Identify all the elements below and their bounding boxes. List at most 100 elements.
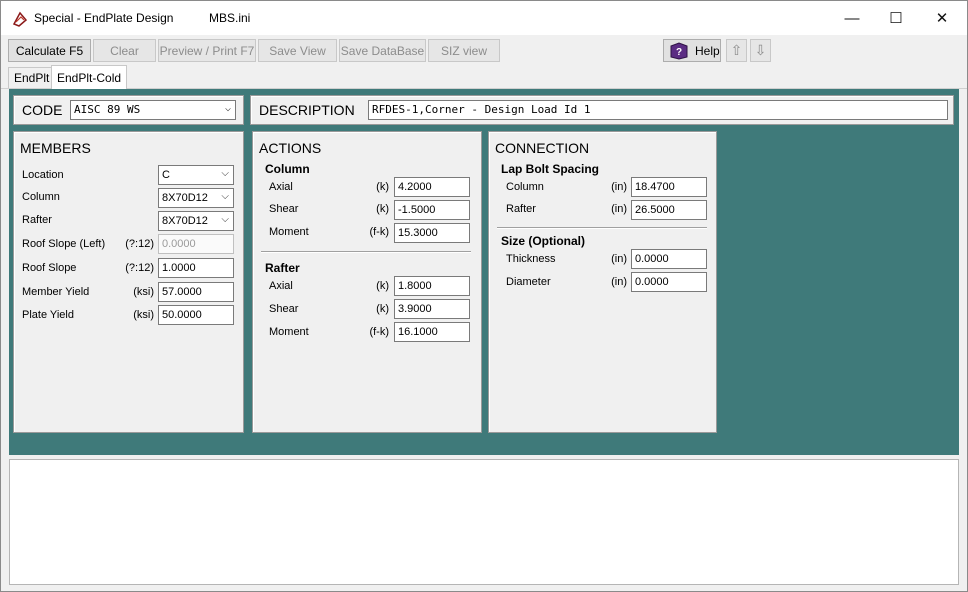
rafter-moment-input[interactable]: 16.1000 — [394, 322, 470, 342]
diameter-label: Diameter — [506, 276, 551, 288]
rafter-moment-unit: (f-k) — [369, 326, 389, 338]
chevron-down-icon: ⌵ — [221, 214, 229, 225]
column-moment-input[interactable]: 15.3000 — [394, 223, 470, 243]
rafter-select[interactable]: 8X70D12 ⌵ — [158, 211, 234, 231]
code-select-value: AISC 89 WS — [74, 103, 141, 116]
minimize-button[interactable]: — — [829, 1, 875, 35]
location-label: Location — [22, 169, 64, 181]
app-window: Special - EndPlate Design MBS.ini — ☐ ✕ … — [0, 0, 968, 592]
roof-slope-left-unit: (?:12) — [125, 238, 154, 250]
chevron-down-icon: ⌵ — [221, 191, 229, 202]
location-value: C — [162, 169, 170, 181]
column-shear-input[interactable]: -1.5000 — [394, 200, 470, 220]
column-shear-unit: (k) — [376, 203, 389, 215]
lap-rafter-input[interactable]: 26.5000 — [631, 200, 707, 220]
plate-yield-unit: (ksi) — [133, 309, 154, 321]
members-title: MEMBERS — [20, 140, 91, 156]
minimize-icon: — — [844, 9, 860, 27]
member-yield-unit: (ksi) — [133, 286, 154, 298]
location-select[interactable]: C ⌵ — [158, 165, 234, 185]
column-moment-unit: (f-k) — [369, 226, 389, 238]
actions-rafter-header: Rafter — [265, 261, 300, 275]
lap-column-unit: (in) — [611, 181, 627, 193]
column-moment-label: Moment — [269, 226, 309, 238]
siz-view-button[interactable]: SIZ view — [428, 39, 500, 62]
maximize-icon: ☐ — [889, 10, 903, 27]
maximize-button[interactable]: ☐ — [873, 1, 919, 35]
arrow-up-icon: ⇧ — [730, 42, 743, 58]
save-view-button[interactable]: Save View — [258, 39, 337, 62]
close-button[interactable]: ✕ — [919, 1, 965, 35]
code-label: CODE — [22, 102, 63, 118]
save-database-button[interactable]: Save DataBase — [339, 39, 426, 62]
roof-slope-input[interactable]: 1.0000 — [158, 258, 234, 278]
diameter-input[interactable]: 0.0000 — [631, 272, 707, 292]
design-workspace: CODE AISC 89 WS ⌵ DESCRIPTION RFDES-1,Co… — [9, 89, 959, 455]
thickness-label: Thickness — [506, 253, 556, 265]
help-label: Help — [695, 43, 720, 58]
rafter-shear-unit: (k) — [376, 303, 389, 315]
description-panel: DESCRIPTION RFDES-1,Corner - Design Load… — [250, 95, 954, 125]
plate-yield-label: Plate Yield — [22, 309, 74, 321]
column-axial-label: Axial — [269, 181, 293, 193]
lap-bolt-spacing-header: Lap Bolt Spacing — [501, 162, 600, 176]
toolbar: Calculate F5 Clear Preview / Print F7 Sa… — [1, 35, 967, 65]
lap-rafter-unit: (in) — [611, 203, 627, 215]
member-yield-label: Member Yield — [22, 286, 90, 298]
actions-title: ACTIONS — [259, 140, 322, 156]
move-up-button[interactable]: ⇧ — [726, 39, 747, 62]
tab-endplt-cold[interactable]: EndPlt-Cold — [51, 65, 128, 89]
roof-slope-unit: (?:12) — [125, 262, 154, 274]
thickness-input[interactable]: 0.0000 — [631, 249, 707, 269]
roof-slope-left-input[interactable]: 0.0000 — [158, 234, 234, 254]
chevron-down-icon: ⌵ — [224, 103, 231, 114]
connection-title: CONNECTION — [495, 140, 590, 156]
calculate-button[interactable]: Calculate F5 — [8, 39, 91, 62]
tab-endplt[interactable]: EndPlt — [8, 67, 56, 88]
actions-column-header: Column — [265, 162, 310, 176]
clear-button[interactable]: Clear — [93, 39, 156, 62]
connection-divider — [497, 227, 707, 229]
tab-strip: EndPlt EndPlt-Cold — [1, 65, 967, 89]
column-select[interactable]: 8X70D12 ⌵ — [158, 188, 234, 208]
window-file-name: MBS.ini — [209, 11, 251, 25]
app-logo-icon — [12, 11, 28, 27]
roof-slope-label: Roof Slope — [22, 262, 77, 274]
member-yield-input[interactable]: 57.0000 — [158, 282, 234, 302]
actions-panel: ACTIONS Column Axial (k) 4.2000 Shear (k… — [252, 131, 482, 433]
rafter-axial-input[interactable]: 1.8000 — [394, 276, 470, 296]
roof-slope-left-label: Roof Slope (Left) — [22, 238, 106, 250]
lap-column-input[interactable]: 18.4700 — [631, 177, 707, 197]
description-label: DESCRIPTION — [259, 102, 355, 118]
rafter-value: 8X70D12 — [162, 215, 208, 227]
rafter-moment-label: Moment — [269, 326, 309, 338]
code-panel: CODE AISC 89 WS ⌵ — [13, 95, 244, 125]
plate-yield-input[interactable]: 50.0000 — [158, 305, 234, 325]
description-input[interactable]: RFDES-1,Corner - Design Load Id 1 — [368, 100, 948, 120]
code-select[interactable]: AISC 89 WS ⌵ — [70, 100, 236, 120]
help-book-icon: ? — [670, 41, 688, 60]
svg-text:?: ? — [676, 47, 682, 58]
actions-divider — [261, 251, 471, 253]
close-icon: ✕ — [935, 10, 949, 27]
diameter-unit: (in) — [611, 276, 627, 288]
rafter-axial-unit: (k) — [376, 280, 389, 292]
title-bar: Special - EndPlate Design MBS.ini — ☐ ✕ — [1, 1, 967, 35]
window-title: Special - EndPlate Design — [34, 11, 174, 25]
help-button[interactable]: ? Help — [663, 39, 721, 62]
move-down-button[interactable]: ⇩ — [750, 39, 771, 62]
rafter-shear-input[interactable]: 3.9000 — [394, 299, 470, 319]
output-area[interactable] — [9, 459, 959, 585]
members-panel: MEMBERS Location C ⌵ Column 8X70D12 ⌵ Ra… — [13, 131, 244, 433]
preview-print-button[interactable]: Preview / Print F7 — [158, 39, 256, 62]
lap-column-label: Column — [506, 181, 544, 193]
column-axial-input[interactable]: 4.2000 — [394, 177, 470, 197]
thickness-unit: (in) — [611, 253, 627, 265]
rafter-shear-label: Shear — [269, 303, 299, 315]
rafter-label: Rafter — [22, 214, 52, 226]
connection-panel: CONNECTION Lap Bolt Spacing Column (in) … — [488, 131, 717, 433]
column-shear-label: Shear — [269, 203, 299, 215]
column-axial-unit: (k) — [376, 181, 389, 193]
rafter-axial-label: Axial — [269, 280, 293, 292]
chevron-down-icon: ⌵ — [221, 168, 229, 179]
